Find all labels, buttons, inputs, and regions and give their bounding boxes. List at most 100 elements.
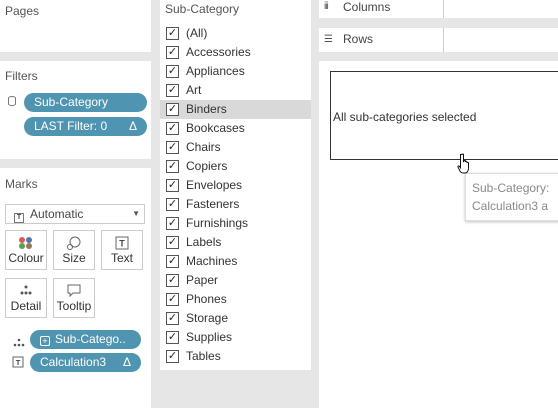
sub-category-filter-card: Sub-Category ✓ (All) ✓ Accessories ✓ Applianc… <box>160 0 311 370</box>
checkbox-row[interactable]: ✓ Labels <box>160 233 311 252</box>
checkbox[interactable]: ✓ <box>166 141 179 154</box>
detail-icon <box>6 279 46 299</box>
filter-pill-label: LAST Filter: 0 <box>34 119 108 133</box>
shelf-divider <box>443 0 444 18</box>
checkbox-label: Phones <box>186 292 227 306</box>
checkbox[interactable]: ✓ <box>166 331 179 344</box>
checkbox-label: Storage <box>186 311 229 325</box>
checkbox-row[interactable]: ✓ Accessories <box>160 43 311 62</box>
checkbox-row[interactable]: ✓ Paper <box>160 271 311 290</box>
view-message: All sub-categories selected <box>333 110 477 124</box>
size-label: Size <box>62 251 86 265</box>
checkbox-row[interactable]: ✓ Art <box>160 81 311 100</box>
checkbox-label: (All) <box>186 26 208 40</box>
tooltip-line-2: Calculation3 a <box>472 199 549 213</box>
hover-tooltip: Sub-Category: Calculation3 a <box>465 173 558 221</box>
rows-shelf[interactable]: ☰ Rows <box>319 28 558 52</box>
marks-field-sub-category[interactable]: + Sub-Catego.. <box>30 330 141 349</box>
hand-cursor-icon <box>457 153 473 178</box>
checkbox-row[interactable]: ✓ Copiers <box>160 157 311 176</box>
delta-icon: Δ <box>122 355 131 369</box>
checkbox[interactable]: ✓ <box>166 236 179 249</box>
shelf-divider <box>443 28 444 52</box>
detail-label: Detail <box>10 299 42 313</box>
mark-type-dropdown[interactable]: T Automatic ▼ <box>5 204 145 224</box>
checkbox-row[interactable]: ✓ Machines <box>160 252 311 271</box>
checkbox[interactable]: ✓ <box>166 274 179 287</box>
text-icon: T <box>12 356 24 370</box>
checkbox-row[interactable]: ✓ Fasteners <box>160 195 311 214</box>
svg-text:T: T <box>16 358 21 367</box>
tooltip-button[interactable]: Tooltip <box>53 278 95 318</box>
rows-icon: ☰ <box>324 34 333 45</box>
filter-pill-label: Sub-Category <box>34 95 109 109</box>
colour-label: Colour <box>8 251 44 265</box>
tooltip-label: Tooltip <box>56 299 92 313</box>
size-button[interactable]: Size <box>53 230 95 270</box>
checkbox-row[interactable]: ✓ Envelopes <box>160 176 311 195</box>
checkbox-row[interactable]: ✓ Furnishings <box>160 214 311 233</box>
tooltip-line-1: Sub-Category: <box>472 181 550 195</box>
pages-card: Pages <box>0 0 151 52</box>
checkbox[interactable]: ✓ <box>166 160 179 173</box>
checkbox-row[interactable]: ✓ Bookcases <box>160 119 311 138</box>
checkbox-label: Tables <box>186 349 221 363</box>
checkbox[interactable]: ✓ <box>166 65 179 78</box>
filter-pill-last-filter[interactable]: LAST Filter: 0 Δ <box>24 117 147 136</box>
checkbox[interactable]: ✓ <box>166 84 179 97</box>
checkbox-row[interactable]: ✓ Binders <box>160 100 311 119</box>
checkbox[interactable]: ✓ <box>166 179 179 192</box>
checkbox[interactable]: ✓ <box>166 27 179 40</box>
svg-text:T: T <box>119 239 125 249</box>
checkbox[interactable]: ✓ <box>166 350 179 363</box>
checkbox-row[interactable]: ✓ (All) <box>160 24 311 43</box>
checkbox-row[interactable]: ✓ Storage <box>160 309 311 328</box>
columns-shelf[interactable]: iii Columns <box>319 0 558 18</box>
checkbox-label: Art <box>186 83 202 97</box>
sub-category-filter-title: Sub-Category <box>165 2 240 16</box>
detail-button[interactable]: Detail <box>5 278 47 318</box>
mark-type-value: Automatic <box>30 207 84 221</box>
checkbox-row[interactable]: ✓ Supplies <box>160 328 311 347</box>
checkbox-label: Fasteners <box>186 197 240 211</box>
checkbox-label: Furnishings <box>186 216 249 230</box>
marks-field-label: Sub-Catego.. <box>55 332 126 346</box>
checkbox-label: Appliances <box>186 64 245 78</box>
columns-icon: iii <box>324 1 329 12</box>
rows-label: Rows <box>343 32 374 46</box>
checkbox[interactable]: ✓ <box>166 293 179 306</box>
filter-pill-sub-category[interactable]: Sub-Category <box>24 93 147 112</box>
filters-title: Filters <box>5 69 38 83</box>
expand-plus-icon[interactable]: + <box>40 336 50 346</box>
checkbox-label: Envelopes <box>186 178 243 192</box>
checkbox[interactable]: ✓ <box>166 198 179 211</box>
checkbox-row[interactable]: ✓ Chairs <box>160 138 311 157</box>
checkbox[interactable]: ✓ <box>166 46 179 59</box>
checkbox-label: Labels <box>186 235 222 249</box>
checkbox[interactable]: ✓ <box>166 103 179 116</box>
text-button[interactable]: T Text <box>101 230 143 270</box>
checkbox[interactable]: ✓ <box>166 312 179 325</box>
marks-field-calculation3[interactable]: Calculation3 Δ <box>30 353 141 372</box>
tooltip-icon <box>54 279 94 299</box>
checkbox-label: Accessories <box>186 45 251 59</box>
checkbox-row[interactable]: ✓ Phones <box>160 290 311 309</box>
marks-field-label: Calculation3 <box>40 355 107 369</box>
checkbox-label: Bookcases <box>186 121 245 135</box>
database-icon <box>8 96 16 106</box>
checkbox[interactable]: ✓ <box>166 255 179 268</box>
pages-title: Pages <box>5 4 40 18</box>
view-canvas[interactable]: All sub-categories selected <box>319 61 558 408</box>
message-box[interactable]: All sub-categories selected <box>330 71 558 160</box>
chevron-down-icon[interactable]: ▼ <box>132 205 140 223</box>
checkbox-label: Binders <box>186 102 227 116</box>
checkbox-row[interactable]: ✓ Tables <box>160 347 311 366</box>
checkbox[interactable]: ✓ <box>166 122 179 135</box>
checkbox[interactable]: ✓ <box>166 217 179 230</box>
checkbox-row[interactable]: ✓ Appliances <box>160 62 311 81</box>
checkbox-label: Chairs <box>186 140 221 154</box>
marks-title: Marks <box>5 177 38 191</box>
text-icon: T <box>102 231 142 251</box>
size-icon <box>54 231 94 251</box>
colour-button[interactable]: Colour <box>5 230 47 270</box>
